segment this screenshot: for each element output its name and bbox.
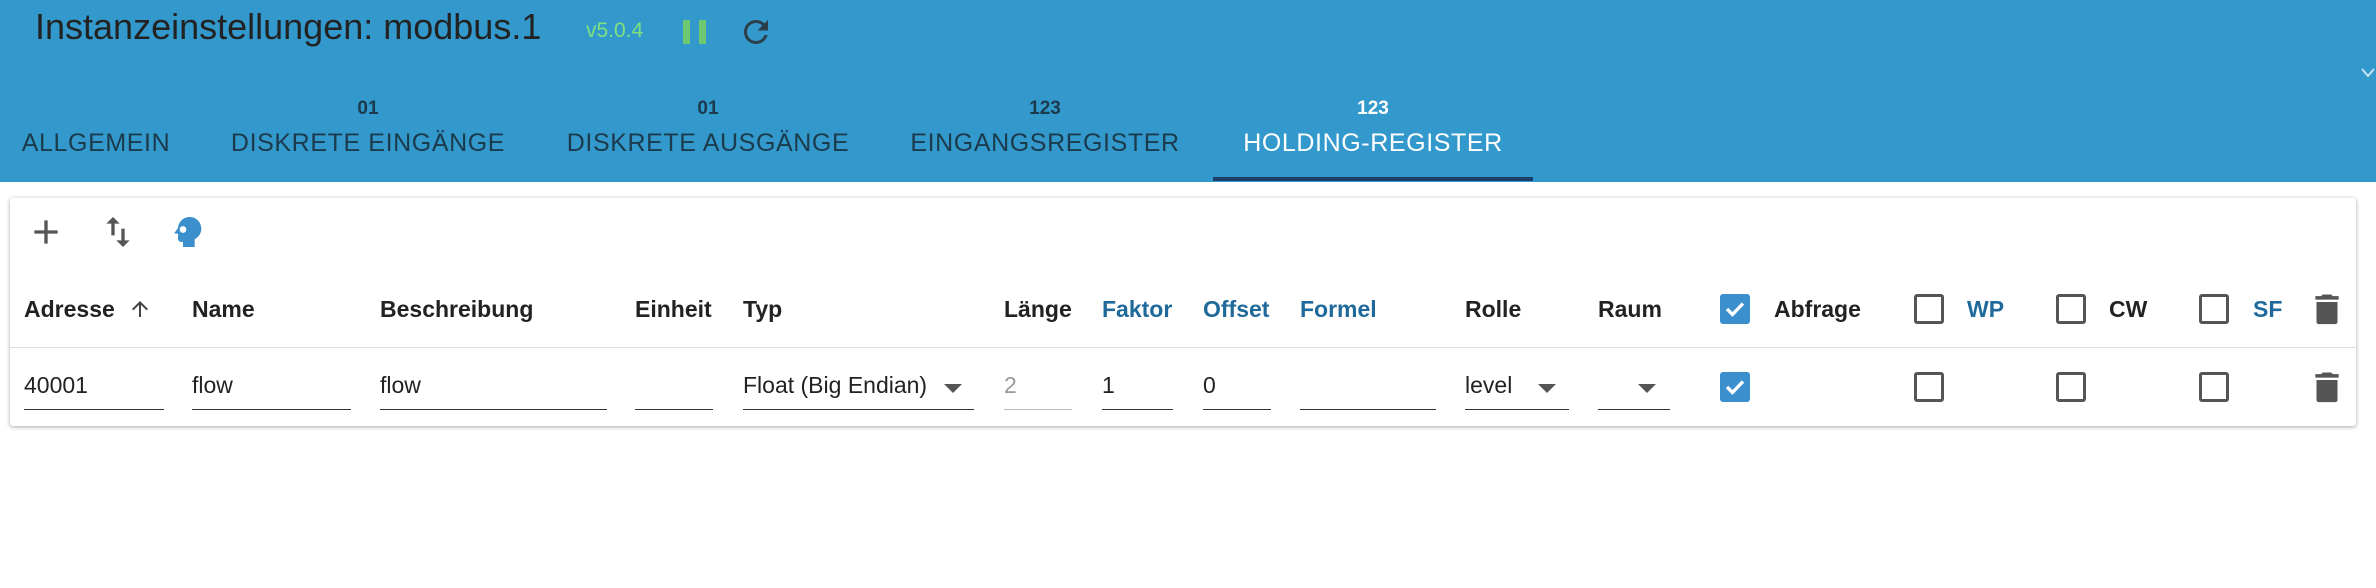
chevron-down-icon[interactable] [1538,384,1556,393]
column-header-name[interactable]: Name [192,296,255,323]
tab-label: DISKRETE AUSGÄNGE [566,129,850,157]
cw-checkbox[interactable] [2056,372,2086,402]
page-title: Instanzeinstellungen: modbus.1 [35,6,542,47]
tab-label: DISKRETE EINGÄNGE [230,129,506,157]
column-header-offset[interactable]: Offset [1203,296,1269,323]
wp-checkbox[interactable] [1914,372,1944,402]
name-field[interactable]: flow [192,372,233,399]
column-header-cw[interactable]: CW [2109,296,2147,323]
app-header: Instanzeinstellungen: modbus.1 v5.0.4 AL… [0,0,2376,182]
address-field[interactable]: 40001 [24,372,88,399]
column-header-type[interactable]: Typ [743,296,782,323]
column-header-unit[interactable]: Einheit [635,296,712,323]
delete-all-icon[interactable] [2313,292,2341,326]
address-underline [24,409,164,410]
header-checkbox-poll[interactable] [1720,294,1750,324]
offset-field[interactable]: 0 [1203,372,1216,399]
tab-label: EINGANGSREGISTER [910,129,1180,157]
sf-checkbox[interactable] [2199,372,2229,402]
type-select[interactable]: Float (Big Endian) [743,372,927,399]
tab-diskrete-ausgaenge[interactable]: 01 DISKRETE AUSGÄNGE [552,86,864,182]
column-header-formula[interactable]: Formel [1300,296,1377,323]
pause-icon[interactable] [682,18,708,46]
column-header-factor[interactable]: Faktor [1102,296,1172,323]
tab-number: 123 [1029,98,1061,119]
arrow-up-icon[interactable] [128,297,152,321]
add-icon[interactable] [26,212,66,252]
tab-number: 01 [357,98,379,119]
tab-holding-register[interactable]: 123 HOLDING-REGISTER [1213,86,1533,182]
room-underline [1598,409,1670,410]
header-checkbox-sf[interactable] [2199,294,2229,324]
formula-underline [1300,409,1436,410]
unit-underline [635,409,713,410]
chevron-down-icon[interactable] [1638,384,1656,393]
column-header-description[interactable]: Beschreibung [380,296,533,323]
tab-label: ALLGEMEIN [21,129,171,157]
head-icon[interactable] [168,212,208,252]
column-header-room[interactable]: Raum [1598,296,1662,323]
poll-checkbox[interactable] [1720,372,1750,402]
tab-number: 123 [1357,98,1389,119]
column-header-wp[interactable]: WP [1967,296,2004,323]
role-select[interactable]: level [1465,372,1512,399]
type-underline [743,409,974,410]
import-export-icon[interactable] [98,212,138,252]
version-label: v5.0.4 [586,19,644,42]
header-checkbox-wp[interactable] [1914,294,1944,324]
description-field[interactable]: flow [380,372,421,399]
column-header-length[interactable]: Länge [1004,296,1072,323]
column-header-sf[interactable]: SF [2253,296,2282,323]
tab-eingangsregister[interactable]: 123 EINGANGSREGISTER [890,86,1200,182]
header-checkbox-cw[interactable] [2056,294,2086,324]
delete-row-icon[interactable] [2313,370,2341,404]
name-underline [192,409,351,410]
tab-indicator [1213,177,1533,181]
tab-label: HOLDING-REGISTER [1243,129,1503,157]
register-table-card [10,198,2356,426]
chevron-down-icon[interactable] [944,384,962,393]
column-header-role[interactable]: Rolle [1465,296,1521,323]
factor-underline [1102,409,1173,410]
column-header-poll[interactable]: Abfrage [1774,296,1861,323]
factor-field[interactable]: 1 [1102,372,1115,399]
role-underline [1465,409,1569,410]
column-header-address[interactable]: Adresse [24,296,115,323]
chevron-down-icon [2361,68,2375,78]
tab-allgemein[interactable]: ALLGEMEIN [0,86,192,182]
length-field: 2 [1004,372,1017,398]
length-underline [1004,409,1072,410]
tab-number: 01 [697,98,719,119]
tab-diskrete-eingaenge[interactable]: 01 DISKRETE EINGÄNGE [212,86,524,182]
reload-icon[interactable] [738,14,774,50]
description-underline [380,409,607,410]
header-divider [10,347,2356,348]
offset-underline [1203,409,1271,410]
